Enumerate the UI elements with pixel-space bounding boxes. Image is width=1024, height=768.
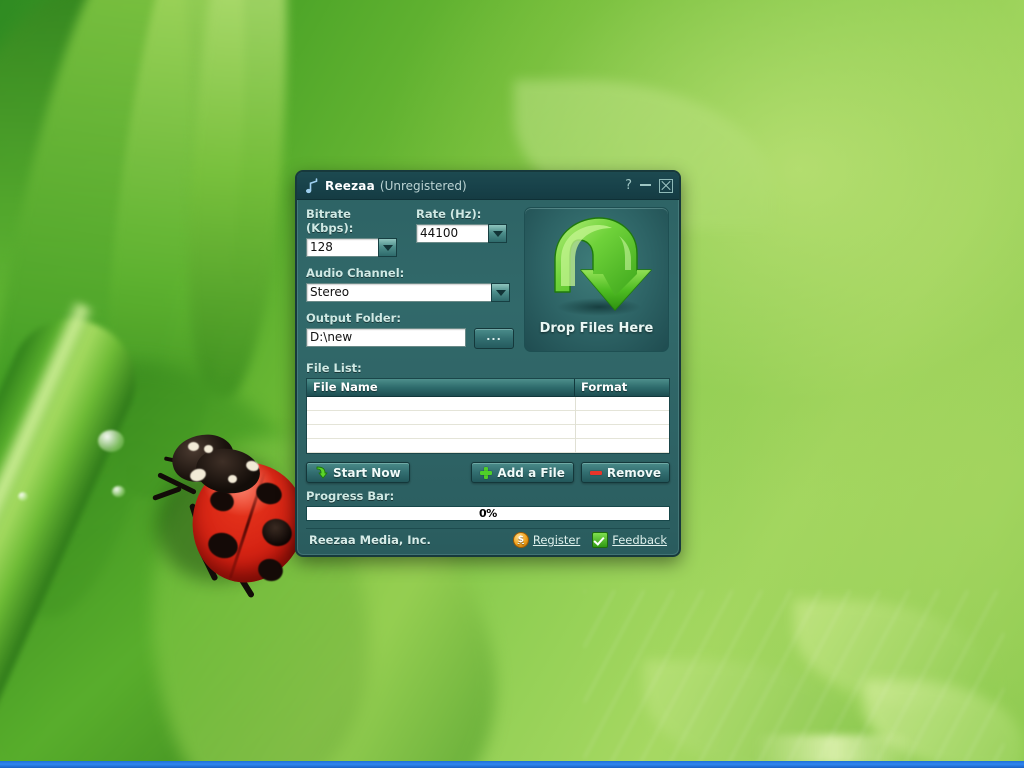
- progress-bar-value: 0%: [478, 507, 498, 520]
- audio-channel-input[interactable]: [306, 283, 492, 302]
- column-header-file-name[interactable]: File Name: [307, 379, 575, 396]
- bitrate-input[interactable]: [306, 238, 379, 257]
- company-name: Reezaa Media, Inc.: [309, 533, 431, 547]
- add-a-file-button[interactable]: Add a File: [471, 462, 574, 483]
- window-titlebar[interactable]: Reezaa (Unregistered) ?: [297, 172, 679, 200]
- table-row[interactable]: [307, 425, 669, 439]
- output-folder-group: Output Folder: ...: [306, 311, 516, 349]
- file-list-header: File Name Format: [307, 379, 669, 397]
- ladybug-marking: [228, 475, 237, 483]
- rate-input[interactable]: [416, 224, 489, 243]
- table-row[interactable]: [307, 397, 669, 411]
- rate-group: Rate (Hz):: [416, 207, 508, 257]
- output-folder-input[interactable]: [306, 328, 466, 347]
- column-divider: [575, 397, 576, 453]
- file-list-body[interactable]: [307, 397, 669, 453]
- bitrate-dropdown-arrow-icon[interactable]: [378, 238, 397, 257]
- feedback-label: Feedback: [612, 533, 667, 547]
- ladybug-marking: [188, 442, 199, 451]
- progress-bar-label: Progress Bar:: [306, 489, 395, 503]
- window-title-suffix: (Unregistered): [379, 178, 467, 193]
- rate-dropdown-arrow-icon[interactable]: [488, 224, 507, 243]
- feedback-link[interactable]: Feedback: [592, 532, 667, 548]
- table-row[interactable]: [307, 411, 669, 425]
- top-section: Bitrate (Kbps): Rate (Hz):: [306, 207, 670, 352]
- channel-group: Audio Channel:: [306, 266, 516, 302]
- bitrate-group: Bitrate (Kbps):: [306, 207, 398, 257]
- column-header-format[interactable]: Format: [575, 379, 669, 396]
- register-link[interactable]: $ Register: [512, 532, 581, 548]
- register-label: Register: [532, 533, 581, 547]
- desktop-background: Reezaa (Unregistered) ? Bitrate (Kbps):: [0, 0, 1024, 768]
- start-now-button[interactable]: Start Now: [306, 462, 410, 483]
- add-a-file-label: Add a File: [497, 465, 565, 480]
- output-folder-row: ...: [306, 328, 516, 349]
- reezaa-app-window: Reezaa (Unregistered) ? Bitrate (Kbps):: [295, 170, 681, 557]
- window-footer: Reezaa Media, Inc. $ Register Feedback: [306, 528, 670, 551]
- output-folder-label: Output Folder:: [306, 311, 401, 325]
- drop-files-zone[interactable]: Drop Files Here: [524, 207, 669, 352]
- dew-drop: [18, 492, 28, 501]
- browse-folder-button[interactable]: ...: [474, 328, 514, 349]
- audio-channel-label: Audio Channel:: [306, 266, 405, 280]
- help-button[interactable]: ?: [625, 179, 632, 192]
- curved-down-arrow-icon: [553, 217, 652, 316]
- green-check-icon: [592, 532, 609, 548]
- window-title: Reezaa: [325, 178, 375, 193]
- minimize-button[interactable]: [640, 183, 651, 186]
- action-buttons-row: Start Now Add a File Remove: [306, 462, 670, 483]
- bitrate-combobox[interactable]: [306, 238, 398, 257]
- file-list-table[interactable]: File Name Format: [306, 378, 670, 454]
- table-row[interactable]: [307, 439, 669, 453]
- minus-icon: [589, 470, 602, 475]
- start-now-label: Start Now: [333, 465, 401, 480]
- window-body: Bitrate (Kbps): Rate (Hz):: [297, 200, 679, 551]
- rate-combobox[interactable]: [416, 224, 508, 243]
- audio-channel-combobox[interactable]: [306, 283, 516, 302]
- plus-icon: [480, 466, 493, 479]
- settings-column: Bitrate (Kbps): Rate (Hz):: [306, 207, 516, 352]
- music-note-icon: [306, 177, 318, 193]
- ladybug-marking: [204, 445, 213, 453]
- remove-button[interactable]: Remove: [580, 462, 670, 483]
- audio-channel-dropdown-arrow-icon[interactable]: [491, 283, 510, 302]
- drop-files-label: Drop Files Here: [539, 321, 654, 336]
- remove-label: Remove: [606, 465, 661, 480]
- bitrate-rate-row: Bitrate (Kbps): Rate (Hz):: [306, 207, 516, 257]
- dew-drop: [98, 430, 124, 452]
- progress-bar: 0%: [306, 506, 670, 521]
- dew-drop: [112, 486, 125, 497]
- bitrate-label: Bitrate (Kbps):: [306, 207, 354, 235]
- coin-dollar-icon: $: [512, 532, 529, 548]
- file-list-label: File List:: [306, 361, 362, 375]
- taskbar-edge[interactable]: [0, 761, 1024, 768]
- file-list-section: File List: File Name Format: [306, 361, 670, 454]
- rate-label: Rate (Hz):: [416, 207, 482, 221]
- close-button[interactable]: [659, 178, 673, 193]
- green-arrow-icon: [316, 466, 328, 479]
